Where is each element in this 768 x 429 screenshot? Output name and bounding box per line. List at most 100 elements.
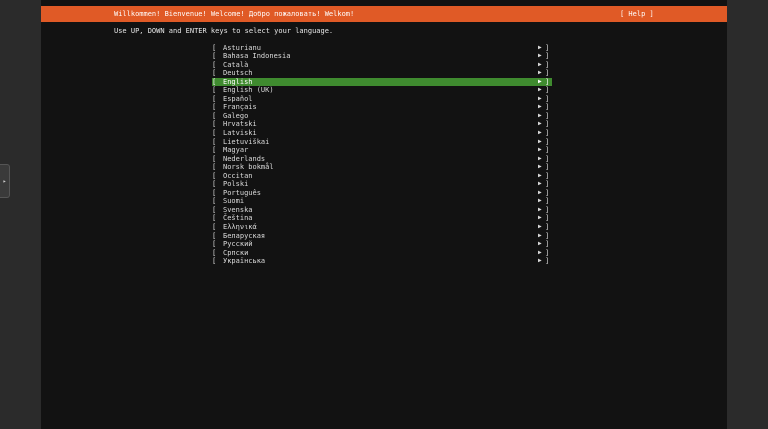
bracket-close: ]: [545, 188, 550, 197]
language-label: Čeština: [223, 214, 253, 223]
arrow-right-icon: ▶: [538, 137, 542, 145]
bracket-close: ]: [545, 154, 550, 163]
bracket-close: ]: [545, 60, 550, 69]
arrow-right-icon: ▶: [538, 94, 542, 102]
language-label: English: [223, 77, 253, 86]
language-option[interactable]: [Norsk bokmål ▶]: [212, 163, 552, 172]
bracket-close: ]: [545, 77, 550, 86]
bracket-close: ]: [545, 205, 550, 214]
language-option[interactable]: [Català ▶]: [212, 61, 552, 70]
bracket-close: ]: [545, 240, 550, 249]
arrow-right-icon: ▶: [538, 103, 542, 111]
arrow-right-icon: ▶: [538, 86, 542, 94]
instructions-text: Use UP, DOWN and ENTER keys to select yo…: [114, 27, 334, 35]
bracket-open: [: [212, 205, 217, 214]
language-option[interactable]: [ Polski ▶]: [212, 180, 552, 189]
language-option[interactable]: [Српски ▶]: [212, 249, 552, 258]
arrow-right-icon: ▶: [538, 128, 542, 136]
arrow-right-icon: ▶: [538, 52, 542, 60]
bracket-open: [: [212, 197, 217, 206]
language-label: Српски: [223, 248, 249, 257]
bracket-close: ]: [545, 180, 550, 189]
bracket-close: ]: [545, 69, 550, 78]
arrow-right-icon: ▶: [538, 171, 542, 179]
arrow-right-icon: ▶: [538, 197, 542, 205]
language-option[interactable]: [ Nederlands ▶]: [212, 155, 552, 164]
language-label: Occitan: [223, 171, 253, 180]
language-option[interactable]: [Lietuviškai ▶]: [212, 138, 552, 147]
bracket-close: ]: [545, 52, 550, 61]
language-option[interactable]: [Galego ▶]: [212, 112, 552, 121]
language-option[interactable]: [ Suomi ▶]: [212, 197, 552, 206]
welcome-title: Willkommen! Bienvenue! Welcome! Добро по…: [114, 10, 355, 18]
bracket-open: [: [212, 248, 217, 257]
bracket-open: [: [212, 52, 217, 61]
language-label: Hrvatski: [223, 120, 257, 129]
bracket-open: [: [212, 222, 217, 231]
language-label: Nederlands: [223, 154, 266, 163]
help-button[interactable]: [ Help ]: [620, 6, 654, 22]
language-option[interactable]: [Svenska ▶]: [212, 206, 552, 215]
language-option[interactable]: [Українська ▶]: [212, 257, 552, 266]
bracket-close: ]: [545, 94, 550, 103]
language-option[interactable]: [Bahasa Indonesia ▶]: [212, 52, 552, 61]
bracket-close: ]: [545, 197, 550, 206]
language-label: Deutsch: [223, 69, 253, 78]
language-label: Français: [223, 103, 257, 112]
side-panel-toggle[interactable]: ▸: [0, 164, 10, 198]
bracket-close: ]: [545, 103, 550, 112]
bracket-close: ]: [545, 146, 550, 155]
language-label: Español: [223, 94, 253, 103]
language-option[interactable]: [Français ▶]: [212, 103, 552, 112]
arrow-right-icon: ▶: [538, 154, 542, 162]
arrow-right-icon: ▶: [538, 163, 542, 171]
arrow-right-icon: ▶: [538, 257, 542, 265]
language-option[interactable]: [Беларуская ▶]: [212, 232, 552, 241]
arrow-right-icon: ▶: [538, 180, 542, 188]
language-label: Polski: [223, 180, 249, 189]
language-option[interactable]: [Ελληνικά ▶]: [212, 223, 552, 232]
language-option[interactable]: [Español ▶]: [212, 95, 552, 104]
language-option[interactable]: [Русский ▶]: [212, 240, 552, 249]
language-label: Lietuviškai: [223, 137, 270, 146]
arrow-right-icon: ▶: [538, 205, 542, 213]
bracket-open: [: [212, 86, 217, 95]
language-label: Українська: [223, 257, 266, 266]
language-option[interactable]: [Hrvatski ▶]: [212, 120, 552, 129]
bracket-close: ]: [545, 120, 550, 129]
language-label: Suomi: [223, 197, 245, 206]
bracket-close: ]: [545, 111, 550, 120]
arrow-right-icon: ▶: [538, 69, 542, 77]
language-option[interactable]: [English ▶]: [212, 77, 552, 87]
bracket-open: [: [212, 77, 217, 86]
arrow-right-icon: ▶: [538, 43, 542, 51]
arrow-right-icon: ▶: [538, 222, 542, 230]
language-label: Беларуская: [223, 231, 266, 240]
language-option[interactable]: [Magyar ▶]: [212, 146, 552, 155]
bracket-open: [: [212, 214, 217, 223]
language-label: Asturianu: [223, 43, 261, 52]
language-option[interactable]: [English (UK) ▶]: [212, 86, 552, 95]
bracket-open: [: [212, 163, 217, 172]
bracket-open: [: [212, 180, 217, 189]
language-option[interactable]: [Português ▶]: [212, 189, 552, 198]
language-option[interactable]: [ Deutsch ▶]: [212, 69, 552, 78]
arrow-right-icon: ▶: [538, 248, 542, 256]
language-option[interactable]: [ Čeština ▶]: [212, 214, 552, 223]
bracket-open: [: [212, 69, 217, 78]
bracket-close: ]: [545, 214, 550, 223]
language-label: Latviski: [223, 128, 257, 137]
bracket-open: [: [212, 171, 217, 180]
bracket-open: [: [212, 154, 217, 163]
arrow-right-icon: ▶: [538, 214, 542, 222]
bracket-open: [: [212, 257, 217, 266]
bracket-close: ]: [545, 163, 550, 172]
bracket-open: [: [212, 240, 217, 249]
language-option[interactable]: [Occitan ▶]: [212, 172, 552, 181]
arrow-right-icon: ▶: [538, 240, 542, 248]
language-option[interactable]: [ Latviski ▶]: [212, 129, 552, 138]
language-option[interactable]: [Asturianu ▶]: [212, 44, 552, 53]
bracket-close: ]: [545, 128, 550, 137]
bracket-open: [: [212, 128, 217, 137]
language-label: Magyar: [223, 146, 249, 155]
